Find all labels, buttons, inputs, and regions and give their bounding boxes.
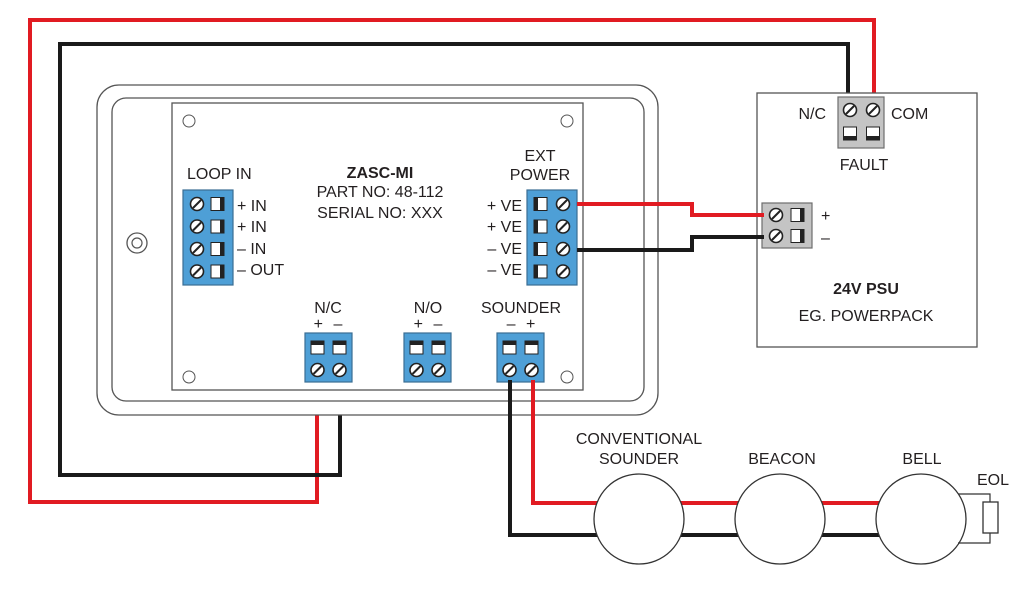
terminal-label: – VE xyxy=(487,241,522,258)
socket-clamp xyxy=(525,341,538,345)
socket-clamp xyxy=(432,341,445,345)
loop-in-terminal-block xyxy=(182,189,234,286)
socket-clamp xyxy=(220,220,224,233)
terminal-label: + VE xyxy=(487,219,522,236)
socket-clamp xyxy=(333,341,346,345)
socket-clamp xyxy=(220,242,224,256)
no-title: N/O xyxy=(414,300,442,317)
no-terminal-block xyxy=(403,332,452,383)
device-label: SOUNDER xyxy=(599,451,679,468)
socket-clamp xyxy=(534,197,538,211)
loop-in-title: LOOP IN xyxy=(187,166,252,183)
socket-clamp xyxy=(534,220,538,233)
psu-subtitle: EG. POWERPACK xyxy=(799,308,934,325)
ext-power-title: EXT xyxy=(524,148,555,165)
device-label: BEACON xyxy=(748,451,816,468)
part-number: PART NO: 48-112 xyxy=(317,184,444,201)
nc-terminal-block xyxy=(304,332,353,383)
psu-com-label: COM xyxy=(891,106,928,123)
conventional-sounder-device xyxy=(593,473,685,565)
wiring-diagram: ZASC-MI PART NO: 48-112 SERIAL NO: XXX L… xyxy=(28,18,1009,565)
nc-polarity: + – xyxy=(314,316,343,333)
screw-hole-icon xyxy=(182,114,196,128)
psu-nc-label: N/C xyxy=(798,106,826,123)
module-name: ZASC-MI xyxy=(347,165,414,182)
bell-device xyxy=(875,473,967,565)
socket-clamp xyxy=(866,136,880,140)
psu-title: 24V PSU xyxy=(833,281,899,298)
terminal-label: + IN xyxy=(237,198,267,215)
psu-power-terminal-block xyxy=(761,202,813,249)
fault-label: FAULT xyxy=(840,157,889,174)
mounting-hole-inner-icon xyxy=(131,237,143,249)
socket-clamp xyxy=(800,229,804,243)
psu-plus-label: + xyxy=(821,208,830,225)
socket-clamp xyxy=(220,265,224,278)
beacon-device xyxy=(734,473,826,565)
serial-number: SERIAL NO: XXX xyxy=(317,205,443,222)
ext-power-terminal-block xyxy=(526,189,578,286)
ext-power-title: POWER xyxy=(510,167,570,184)
socket-clamp xyxy=(503,341,516,345)
socket-clamp xyxy=(220,197,224,211)
fault-terminal-block xyxy=(837,96,885,149)
eol-label: EOL xyxy=(977,472,1009,489)
socket-clamp xyxy=(800,208,804,222)
terminal-label: + VE xyxy=(487,198,522,215)
terminal-label: – VE xyxy=(487,262,522,279)
sounder-title: SOUNDER xyxy=(481,300,561,317)
no-polarity: + – xyxy=(414,316,443,333)
screw-hole-icon xyxy=(560,114,574,128)
eol-resistor-icon xyxy=(982,501,999,534)
socket-clamp xyxy=(534,265,538,278)
device-label: CONVENTIONAL xyxy=(576,431,702,448)
nc-title: N/C xyxy=(314,300,342,317)
psu-minus-label: – xyxy=(821,230,830,247)
terminal-label: + IN xyxy=(237,219,267,236)
terminal-label: – IN xyxy=(237,241,266,258)
socket-clamp xyxy=(311,341,324,345)
socket-clamp xyxy=(410,341,423,345)
socket-clamp xyxy=(843,136,857,140)
device-label: BELL xyxy=(902,451,941,468)
screw-hole-icon xyxy=(182,370,196,384)
sounder-polarity: – + xyxy=(507,316,536,333)
sounder-terminal-block xyxy=(496,332,545,383)
socket-clamp xyxy=(534,242,538,256)
screw-hole-icon xyxy=(560,370,574,384)
terminal-label: – OUT xyxy=(237,262,284,279)
